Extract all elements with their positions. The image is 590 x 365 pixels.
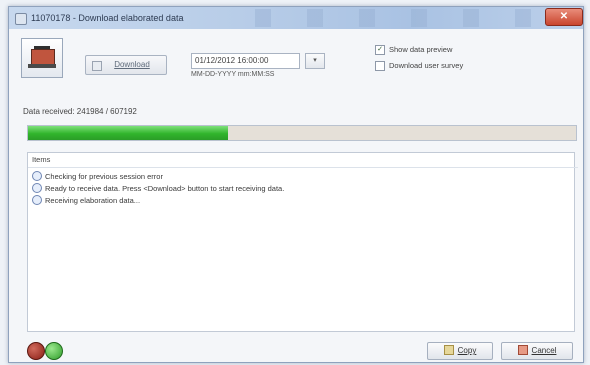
green-led-icon — [45, 342, 63, 360]
log-header: Items — [28, 153, 578, 168]
download-window: 11070178 - Download elaborated data ✕ Do… — [8, 6, 584, 363]
info-icon — [32, 171, 42, 182]
download-button-label: Download — [114, 60, 150, 69]
copy-icon — [443, 344, 454, 355]
title-bar[interactable]: 11070178 - Download elaborated data ✕ — [9, 7, 583, 29]
window-title: 11070178 - Download elaborated data — [31, 13, 184, 23]
progress-bar-fill — [28, 126, 229, 140]
date-format-hint: MM-DD-YYYY mm:MM:SS — [191, 71, 275, 78]
log-row-text: Receiving elaboration data... — [45, 196, 141, 205]
download-survey-label: Download user survey — [389, 61, 464, 70]
log-row-text: Ready to receive data. Press <Download> … — [45, 184, 285, 193]
cancel-icon — [517, 344, 528, 355]
log-row: Receiving elaboration data... — [32, 195, 140, 207]
show-preview-checkbox[interactable]: ✓ — [375, 45, 385, 55]
download-button[interactable]: Download — [85, 55, 167, 75]
download-survey-checkbox[interactable] — [375, 61, 385, 71]
datalogger-base — [28, 64, 56, 68]
cancel-button[interactable]: Cancel — [501, 342, 573, 360]
red-led-icon — [27, 342, 45, 360]
download-progress-bar — [27, 125, 577, 141]
toolbar: Download 01/12/2012 16:00:00 ▾ MM-DD-YYY… — [15, 33, 577, 85]
title-bar-decoration — [219, 9, 549, 27]
data-received-status: Data received: 241984 / 607192 — [23, 107, 137, 116]
info-icon — [32, 183, 42, 194]
cancel-button-label: Cancel — [531, 346, 557, 355]
log-row: Ready to receive data. Press <Download> … — [32, 183, 284, 195]
datalogger-icon — [21, 38, 63, 78]
copy-button-label: Copy — [457, 346, 477, 355]
log-row-text: Checking for previous session error — [45, 172, 163, 181]
close-button[interactable]: ✕ — [545, 8, 583, 26]
copy-button[interactable]: Copy — [427, 342, 493, 360]
info-icon — [32, 195, 42, 206]
start-date-field[interactable]: 01/12/2012 16:00:00 — [191, 53, 300, 69]
datalogger-body — [31, 49, 55, 65]
download-icon — [92, 61, 102, 71]
log-row: Checking for previous session error — [32, 171, 163, 183]
date-picker-dropdown[interactable]: ▾ — [305, 53, 325, 69]
show-preview-label: Show data preview — [389, 45, 453, 54]
log-panel[interactable]: Items Checking for previous session erro… — [27, 152, 578, 332]
app-icon — [15, 13, 27, 25]
